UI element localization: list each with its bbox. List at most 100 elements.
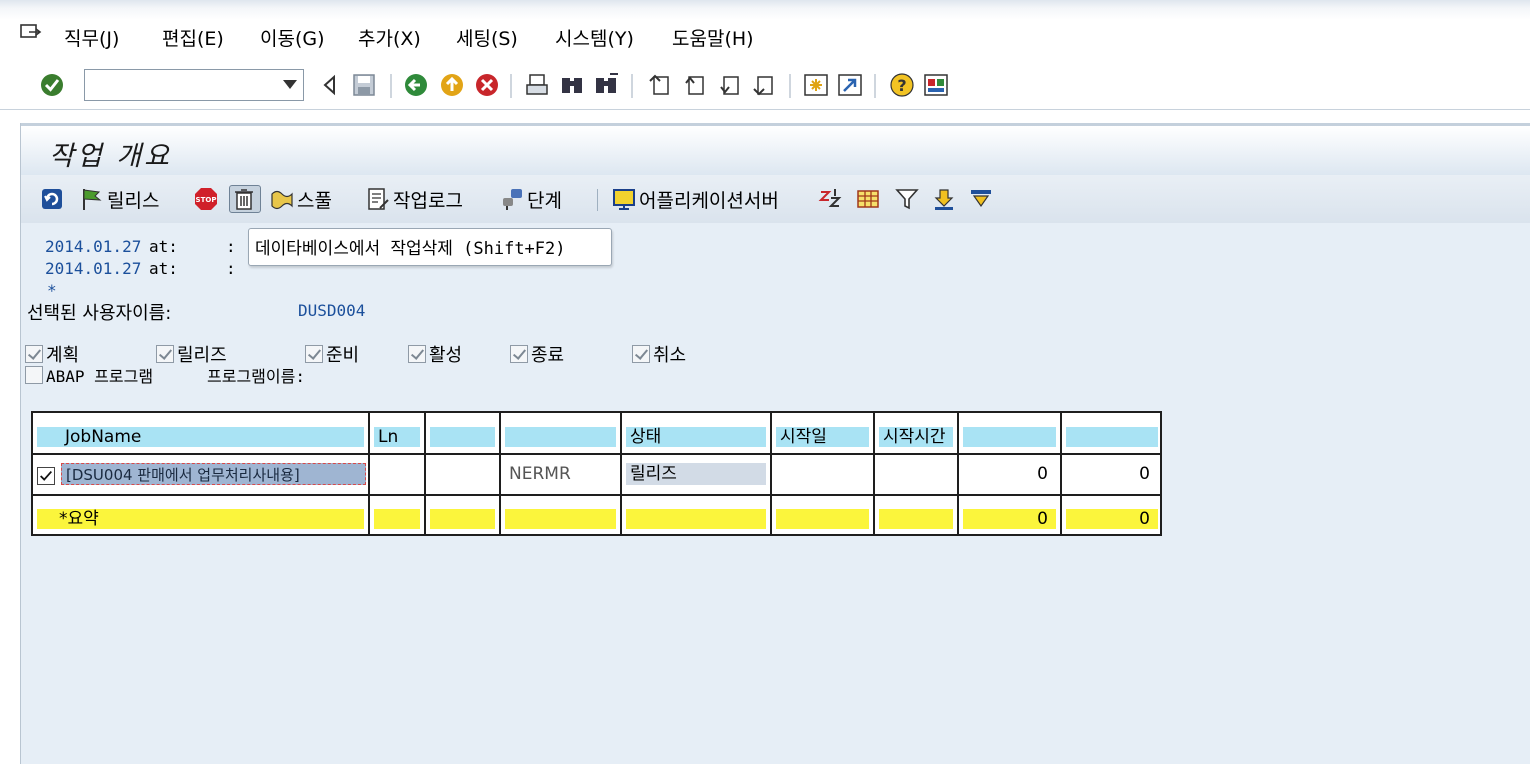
check-icon[interactable] <box>156 345 174 363</box>
col-header-status[interactable]: 상태 <box>626 427 766 447</box>
checkbox-active[interactable]: 활성 <box>408 341 462 367</box>
subtotal-button[interactable] <box>968 185 996 213</box>
monitor-icon <box>613 189 635 210</box>
sort-button[interactable] <box>817 185 845 213</box>
asterisk: * <box>47 281 57 300</box>
menu-settings[interactable]: 세팅(S) <box>456 24 518 51</box>
svg-text:?: ? <box>897 76 906 95</box>
menu-window-icon[interactable] <box>20 24 42 42</box>
trash-icon <box>235 189 253 210</box>
menu-extras[interactable]: 추가(X) <box>358 24 421 51</box>
col-header-start-date[interactable]: 시작일 <box>776 427 869 447</box>
save-icon[interactable] <box>350 71 378 99</box>
command-field[interactable] <box>84 69 304 101</box>
cell-num2[interactable]: 0 <box>1066 463 1158 485</box>
delete-button[interactable] <box>229 185 261 213</box>
chevron-down-icon[interactable] <box>283 80 297 89</box>
check-icon[interactable] <box>510 345 528 363</box>
col-header-ln[interactable]: Ln <box>374 427 420 447</box>
step-button[interactable]: 단계 <box>499 185 562 213</box>
help-icon[interactable]: ? <box>888 71 916 99</box>
summary-cell-4 <box>505 509 616 529</box>
check-icon[interactable] <box>305 345 323 363</box>
check-icon[interactable] <box>25 345 43 363</box>
checkbox-finished[interactable]: 종료 <box>510 341 564 367</box>
col-header-3[interactable] <box>430 427 495 447</box>
col-header-jobname[interactable]: JobName <box>37 427 364 447</box>
date-to: 2014.01.27 <box>45 259 142 278</box>
filter-icon <box>895 189 919 210</box>
cell-col3[interactable] <box>430 463 495 485</box>
green-back-icon[interactable] <box>402 71 430 99</box>
checkbox-ready[interactable]: 준비 <box>305 341 359 367</box>
spool-icon <box>271 190 293 210</box>
user-label: 선택된 사용자이름: <box>27 303 172 324</box>
job-log-label: 작업로그 <box>393 189 463 212</box>
checkbox-empty[interactable] <box>25 366 43 384</box>
menu-system[interactable]: 시스템(Y) <box>555 24 634 51</box>
col-header-4[interactable] <box>505 427 616 447</box>
cell-start-date[interactable] <box>776 463 869 485</box>
colon-1: : <box>226 237 236 256</box>
cell-col4[interactable]: NERMR <box>505 463 616 485</box>
menu-job[interactable]: 직무(J) <box>64 24 119 51</box>
at-label-2: at: <box>149 259 178 278</box>
menu-bar: 직무(J) 편집(E) 이동(G) 추가(X) 세팅(S) 시스템(Y) 도움말… <box>0 0 1530 62</box>
create-session-icon[interactable] <box>802 71 830 99</box>
stop-button[interactable]: STOP <box>193 185 221 213</box>
menu-edit[interactable]: 편집(E) <box>162 24 224 51</box>
exit-icon[interactable] <box>438 71 466 99</box>
print-icon[interactable] <box>523 71 551 99</box>
check-icon[interactable] <box>632 345 650 363</box>
first-page-icon[interactable] <box>646 71 674 99</box>
refresh-icon <box>42 189 62 209</box>
check-icon <box>40 470 52 481</box>
check-icon[interactable] <box>408 345 426 363</box>
checkbox-cancelled[interactable]: 취소 <box>632 341 686 367</box>
grid-icon <box>857 190 879 208</box>
app-server-button[interactable]: 어플리케이션서버 <box>611 185 779 213</box>
cancel-icon[interactable] <box>473 71 501 99</box>
subtotal-icon <box>971 190 991 208</box>
cell-jobname[interactable]: [DSU004 판매에서 업무처리사내용] <box>61 463 366 485</box>
standard-toolbar: ? <box>0 62 1530 110</box>
refresh-button[interactable] <box>39 185 67 213</box>
release-label: 릴리스 <box>107 189 160 212</box>
find-icon[interactable] <box>558 71 586 99</box>
menu-goto[interactable]: 이동(G) <box>260 24 325 51</box>
next-page-icon[interactable] <box>716 71 744 99</box>
col-header-9[interactable] <box>1066 427 1158 447</box>
prev-page-icon[interactable] <box>681 71 709 99</box>
user-value[interactable]: DUSD004 <box>298 301 365 320</box>
checkbox-abap-program[interactable]: ABAP 프로그램 <box>25 363 153 387</box>
command-input[interactable] <box>85 70 273 100</box>
date-from: 2014.01.27 <box>45 237 142 256</box>
cell-status[interactable]: 릴리즈 <box>626 463 766 485</box>
step-label: 단계 <box>527 189 562 212</box>
layout-icon[interactable] <box>922 71 950 99</box>
release-button[interactable]: 릴리스 <box>79 185 159 213</box>
summary-label: *요약 <box>37 509 364 529</box>
enter-icon[interactable] <box>38 71 66 99</box>
total-button[interactable] <box>931 185 959 213</box>
spool-button[interactable]: 스풀 <box>269 185 332 213</box>
find-next-icon[interactable] <box>592 71 620 99</box>
menu-help[interactable]: 도움말(H) <box>672 24 754 51</box>
job-log-button[interactable]: 작업로그 <box>365 185 463 213</box>
summary-cell-status <box>626 509 766 529</box>
back-icon[interactable] <box>316 71 344 99</box>
last-page-icon[interactable] <box>750 71 778 99</box>
cell-num1[interactable]: 0 <box>963 463 1056 485</box>
cell-ln[interactable] <box>374 463 420 485</box>
cell-start-time[interactable] <box>879 463 953 485</box>
row-select-checkbox[interactable] <box>37 467 55 485</box>
summary-num2: 0 <box>1066 509 1158 529</box>
col-header-8[interactable] <box>963 427 1056 447</box>
flag-icon <box>83 189 102 210</box>
layout-grid-button[interactable] <box>855 185 883 213</box>
shortcut-icon[interactable] <box>836 71 864 99</box>
spool-label: 스풀 <box>297 189 332 212</box>
col-header-start-time[interactable]: 시작시간 <box>879 427 953 447</box>
filter-button[interactable] <box>894 185 922 213</box>
summary-cell-start-time <box>879 509 953 529</box>
